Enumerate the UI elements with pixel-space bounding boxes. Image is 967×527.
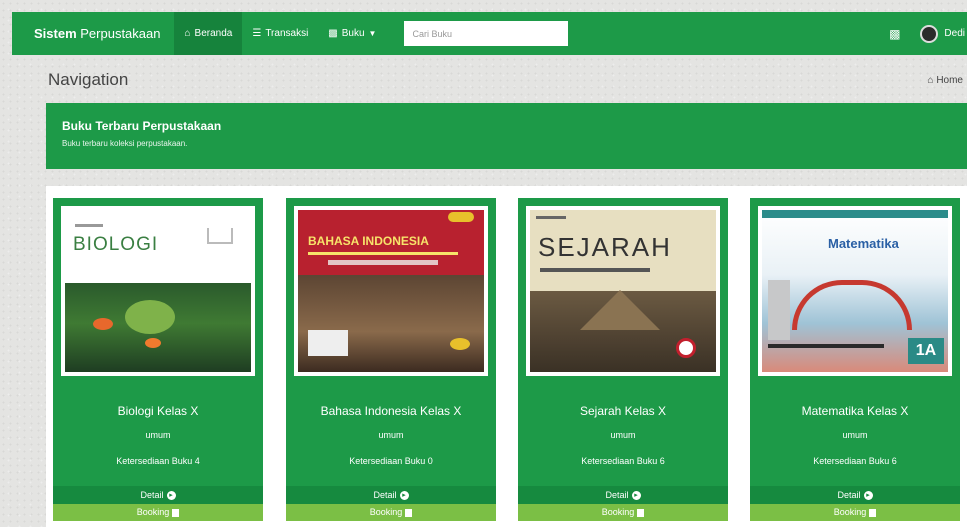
arrow-right-circle-icon: ▸ bbox=[863, 491, 873, 501]
home-icon: ⌂ bbox=[184, 28, 191, 39]
book-stock: Ketersediaan Buku 6 bbox=[813, 456, 897, 466]
book-category: umum bbox=[842, 430, 868, 440]
cover-title: BAHASA INDONESIA bbox=[308, 234, 429, 248]
banner-subtitle: Buku terbaru koleksi perpustakaan. bbox=[62, 139, 188, 148]
book-cover[interactable]: Matematika 1A bbox=[758, 206, 952, 376]
booking-label: Booking bbox=[833, 507, 867, 517]
book-list-panel: BIOLOGI Biologi Kelas X umum Ketersediaa… bbox=[46, 186, 967, 527]
breadcrumb-home: Home bbox=[936, 75, 963, 86]
book-title[interactable]: Sejarah Kelas X bbox=[518, 404, 728, 418]
cover-title: BIOLOGI bbox=[73, 234, 159, 255]
detail-button[interactable]: Detail ▸ bbox=[518, 486, 728, 504]
cover-title: SEJARAH bbox=[538, 232, 672, 262]
book-category: umum bbox=[378, 430, 404, 440]
search-input[interactable]: Cari Buku bbox=[404, 21, 569, 46]
book-title[interactable]: Biologi Kelas X bbox=[53, 404, 263, 418]
home-icon: ⌂ bbox=[927, 75, 934, 86]
arrow-right-circle-icon: ▸ bbox=[399, 491, 409, 501]
detail-label: Detail bbox=[373, 490, 397, 500]
detail-label: Detail bbox=[140, 490, 164, 500]
book-stock: Ketersediaan Buku 4 bbox=[116, 456, 200, 466]
book-card: BAHASA INDONESIA Bahasa Indonesia Kelas … bbox=[286, 198, 496, 521]
bookmark-icon bbox=[172, 508, 180, 517]
detail-button[interactable]: Detail ▸ bbox=[750, 486, 960, 504]
booking-button[interactable]: Booking bbox=[53, 504, 263, 521]
book-cover[interactable]: SEJARAH bbox=[526, 206, 720, 376]
detail-label: Detail bbox=[605, 490, 629, 500]
booking-label: Booking bbox=[369, 507, 403, 517]
booking-button[interactable]: Booking bbox=[518, 504, 728, 521]
top-navbar: Sistem Perpustakaan ⌂ Beranda ☰ Transaks… bbox=[12, 12, 967, 55]
book-title[interactable]: Bahasa Indonesia Kelas X bbox=[286, 404, 496, 418]
detail-label: Detail bbox=[837, 490, 861, 500]
nav-item-transaksi[interactable]: ☰ Transaksi bbox=[242, 12, 318, 55]
nav-item-beranda[interactable]: ⌂ Beranda bbox=[174, 12, 243, 55]
nav-item-label: Buku bbox=[341, 28, 365, 39]
book-stock: Ketersediaan Buku 0 bbox=[349, 456, 433, 466]
arrow-right-circle-icon: ▸ bbox=[166, 491, 176, 501]
nav-item-label: Beranda bbox=[194, 28, 233, 39]
detail-button[interactable]: Detail ▸ bbox=[286, 486, 496, 504]
detail-button[interactable]: Detail ▸ bbox=[53, 486, 263, 504]
booking-label: Booking bbox=[601, 507, 635, 517]
book-cover[interactable]: BIOLOGI bbox=[61, 206, 255, 376]
book-card: Matematika 1A Matematika Kelas X umum Ke… bbox=[750, 198, 960, 521]
arrow-right-circle-icon: ▸ bbox=[631, 491, 641, 501]
brand[interactable]: Sistem Perpustakaan bbox=[34, 26, 160, 41]
booking-label: Booking bbox=[136, 507, 170, 517]
bookmark-icon bbox=[637, 508, 645, 517]
book-icon[interactable]: ▩ bbox=[889, 27, 900, 41]
book-card: BIOLOGI Biologi Kelas X umum Ketersediaa… bbox=[53, 198, 263, 521]
cover-title: Matematika bbox=[828, 236, 899, 251]
bookmark-icon bbox=[405, 508, 413, 517]
book-stock: Ketersediaan Buku 6 bbox=[581, 456, 665, 466]
booking-button[interactable]: Booking bbox=[750, 504, 960, 521]
book-cover[interactable]: BAHASA INDONESIA bbox=[294, 206, 488, 376]
breadcrumb[interactable]: ⌂ Home bbox=[927, 75, 963, 86]
avatar[interactable] bbox=[920, 24, 939, 43]
user-name[interactable]: Dedi bbox=[944, 28, 965, 39]
book-category: umum bbox=[145, 430, 171, 440]
bookmark-icon bbox=[869, 508, 877, 517]
banner-title: Buku Terbaru Perpustakaan bbox=[62, 119, 222, 133]
book-icon: ▩ bbox=[328, 28, 338, 39]
page-title: Navigation bbox=[48, 70, 129, 89]
nav-item-buku-dropdown[interactable]: ▩ Buku ▼ bbox=[318, 12, 386, 55]
info-banner: Buku Terbaru Perpustakaan Buku terbaru k… bbox=[46, 103, 967, 169]
book-category: umum bbox=[610, 430, 636, 440]
booking-button[interactable]: Booking bbox=[286, 504, 496, 521]
caret-down-icon: ▼ bbox=[368, 29, 377, 38]
search-placeholder: Cari Buku bbox=[412, 28, 452, 39]
list-icon: ☰ bbox=[252, 28, 262, 39]
nav-item-label: Transaksi bbox=[265, 28, 309, 39]
book-card: SEJARAH Sejarah Kelas X umum Ketersediaa… bbox=[518, 198, 728, 521]
book-title[interactable]: Matematika Kelas X bbox=[750, 404, 960, 418]
